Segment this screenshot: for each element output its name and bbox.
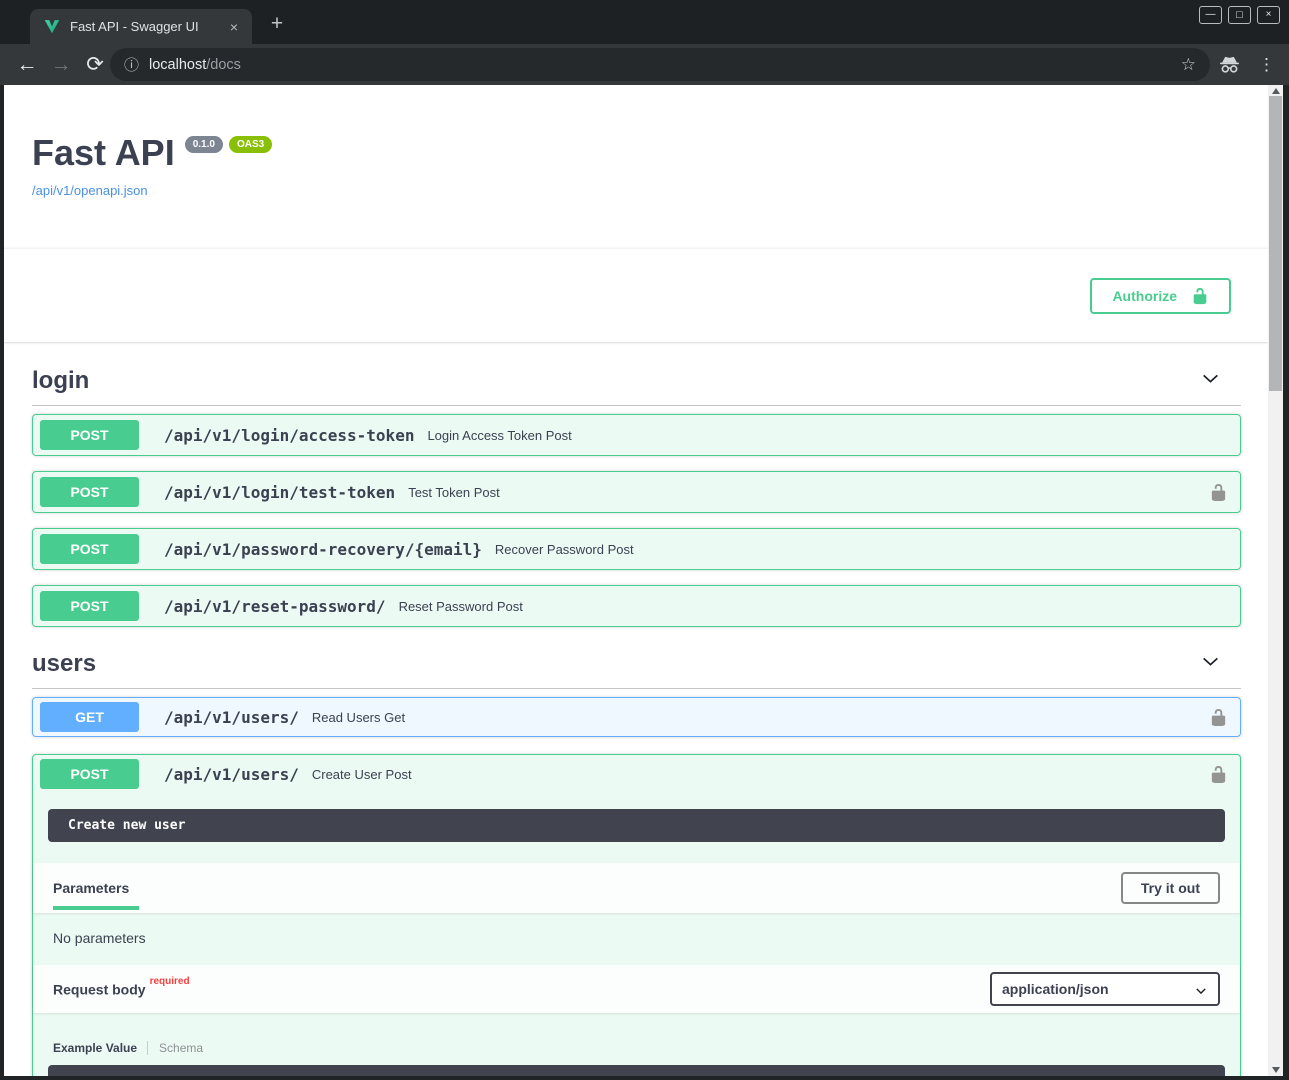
auth-lock-icon[interactable]: [1209, 483, 1228, 502]
maximize-button[interactable]: □: [1228, 6, 1251, 24]
opblock: POST /api/v1/reset-password/ Reset Passw…: [32, 585, 1241, 627]
url-path: /docs: [206, 57, 241, 73]
operation-row[interactable]: POST /api/v1/password-recovery/{email} R…: [33, 529, 1240, 569]
page-title: Fast API: [32, 132, 175, 174]
operation-path: /api/v1/users/: [164, 765, 299, 784]
back-icon[interactable]: ←: [10, 44, 44, 85]
address-bar[interactable]: ⓘ localhost/docs ☆: [110, 48, 1210, 81]
method-badge: POST: [40, 534, 139, 564]
browser-titlebar: Fast API - Swagger UI × + — □ ×: [0, 0, 1289, 44]
menu-dots-icon[interactable]: ⋮: [1258, 44, 1275, 85]
tab-close-icon[interactable]: ×: [226, 19, 242, 35]
method-badge: POST: [40, 591, 139, 621]
operation-row[interactable]: POST /api/v1/reset-password/ Reset Passw…: [33, 586, 1240, 626]
no-parameters-text: No parameters: [33, 913, 1240, 965]
tag-header-users[interactable]: users: [32, 642, 1241, 689]
operation-description: Create new user: [48, 809, 1225, 842]
tab-parameters[interactable]: Parameters: [53, 866, 139, 910]
version-badge: 0.1.0: [185, 136, 223, 153]
operation-row[interactable]: POST /api/v1/login/test-token Test Token…: [33, 472, 1240, 512]
forward-icon[interactable]: →: [44, 44, 78, 85]
method-badge: POST: [40, 759, 139, 789]
reload-icon[interactable]: ⟳: [78, 44, 112, 85]
page-scrollbar[interactable]: [1268, 85, 1283, 1076]
operation-summary: Recover Password Post: [495, 542, 634, 557]
operation-row[interactable]: POST /api/v1/users/ Create User Post: [33, 755, 1240, 793]
tab-example-value[interactable]: Example Value: [53, 1041, 137, 1055]
opblock: POST /api/v1/login/test-token Test Token…: [32, 471, 1241, 513]
try-it-out-button[interactable]: Try it out: [1121, 872, 1220, 904]
operation-path: /api/v1/reset-password/: [164, 597, 386, 616]
url-text: localhost/docs: [149, 57, 241, 73]
operation-row[interactable]: POST /api/v1/login/access-token Login Ac…: [33, 415, 1240, 455]
browser-toolbar: ← → ⟳ ⓘ localhost/docs ☆ ⋮: [0, 44, 1289, 85]
opblock-expanded: POST /api/v1/users/ Create User Post Cre…: [32, 754, 1241, 1076]
operation-path: /api/v1/login/test-token: [164, 483, 395, 502]
request-body-label: Request bodyrequired: [53, 981, 190, 998]
unlocked-padlock-icon: [1191, 287, 1209, 305]
api-info: Fast API 0.1.0 OAS3 /api/v1/openapi.json: [4, 132, 1268, 200]
browser-tab[interactable]: Fast API - Swagger UI ×: [30, 9, 252, 44]
operation-summary: Login Access Token Post: [427, 428, 571, 443]
new-tab-button[interactable]: +: [262, 10, 292, 40]
tag-name: users: [32, 650, 96, 678]
opblock: POST /api/v1/password-recovery/{email} R…: [32, 528, 1241, 570]
operation-path: /api/v1/login/access-token: [164, 426, 414, 445]
openapi-spec-link[interactable]: /api/v1/openapi.json: [32, 183, 148, 198]
required-flag: required: [150, 976, 190, 987]
operation-summary: Create User Post: [312, 767, 412, 782]
operation-row[interactable]: GET /api/v1/users/ Read Users Get: [33, 698, 1240, 736]
content-type-select[interactable]: application/json: [990, 972, 1220, 1006]
authorize-label: Authorize: [1112, 288, 1177, 304]
operation-path: /api/v1/password-recovery/{email}: [164, 540, 482, 559]
operation-summary: Test Token Post: [408, 485, 500, 500]
scheme-container: Authorize: [4, 249, 1268, 342]
tag-header-login[interactable]: login: [32, 359, 1241, 406]
opblock: GET /api/v1/users/ Read Users Get: [32, 697, 1241, 737]
method-badge: GET: [40, 702, 139, 732]
site-info-icon[interactable]: ⓘ: [124, 54, 139, 75]
chevron-down-icon[interactable]: [1200, 651, 1221, 677]
url-host: localhost: [149, 57, 206, 73]
opblock: POST /api/v1/login/access-token Login Ac…: [32, 414, 1241, 456]
tab-title: Fast API - Swagger UI: [70, 19, 226, 34]
tab-schema[interactable]: Schema: [147, 1041, 203, 1055]
select-chevron-down-icon: [1194, 984, 1208, 1001]
content-type-value: application/json: [1002, 981, 1109, 997]
oas3-badge: OAS3: [229, 136, 272, 153]
operation-summary: Read Users Get: [312, 710, 405, 725]
scrollbar-thumb[interactable]: [1269, 96, 1282, 391]
method-badge: POST: [40, 420, 139, 450]
tag-name: login: [32, 367, 89, 395]
bookmark-star-icon[interactable]: ☆: [1173, 55, 1204, 75]
method-badge: POST: [40, 477, 139, 507]
chevron-down-icon[interactable]: [1200, 368, 1221, 394]
scroll-down-icon[interactable]: [1268, 1064, 1283, 1076]
minimize-button[interactable]: —: [1199, 6, 1222, 24]
operation-path: /api/v1/users/: [164, 708, 299, 727]
page-viewport: Fast API 0.1.0 OAS3 /api/v1/openapi.json…: [4, 85, 1268, 1076]
example-code-block[interactable]: {: [48, 1065, 1225, 1076]
auth-lock-icon[interactable]: [1209, 765, 1228, 784]
authorize-button[interactable]: Authorize: [1090, 278, 1231, 314]
auth-lock-icon[interactable]: [1209, 708, 1228, 727]
favicon-icon: [44, 19, 60, 34]
close-button[interactable]: ×: [1257, 6, 1280, 24]
operation-summary: Reset Password Post: [399, 599, 523, 614]
incognito-icon: [1218, 55, 1241, 79]
